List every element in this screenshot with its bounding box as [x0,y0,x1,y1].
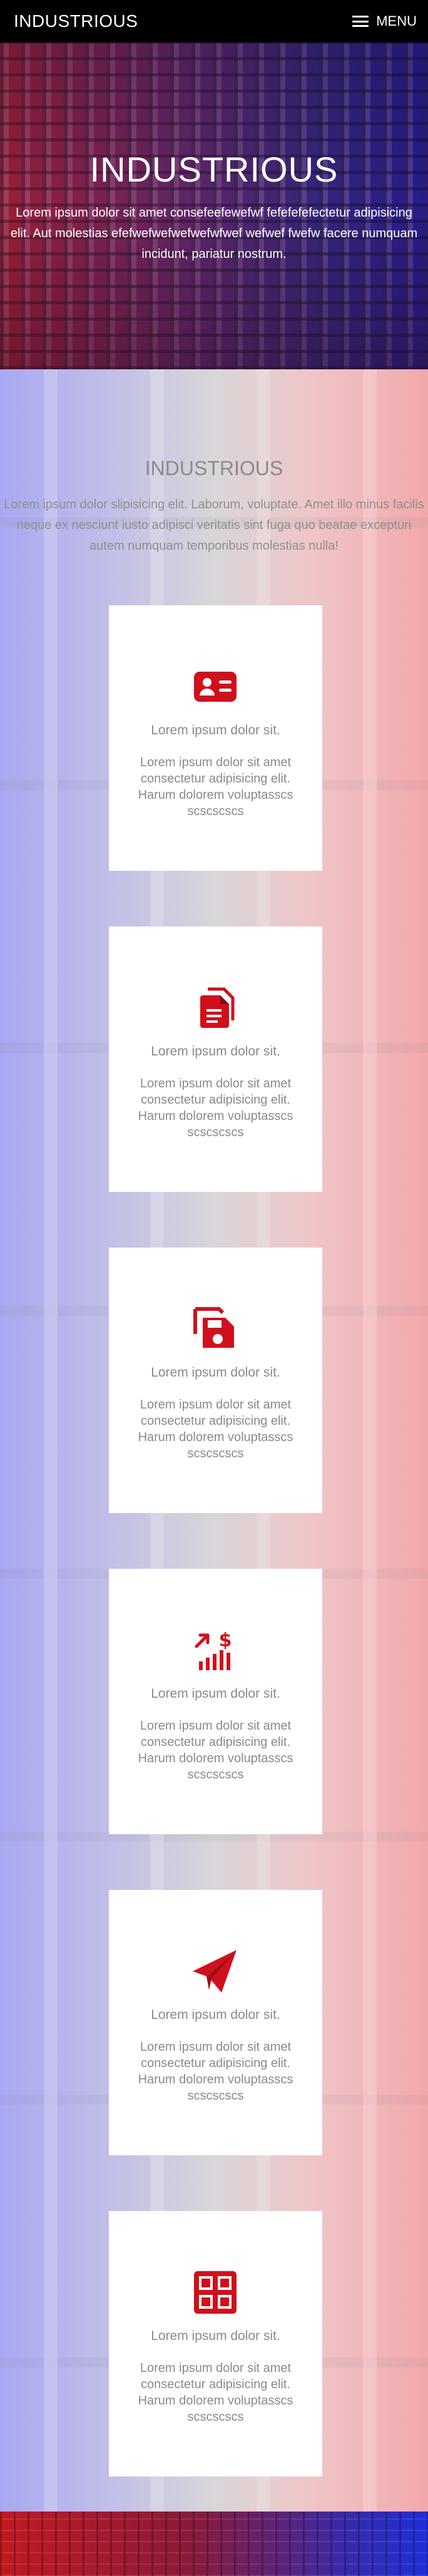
svg-text:$: $ [219,1629,232,1651]
footer-banner [0,2512,428,2576]
grid-box-icon [190,2267,240,2317]
card-text: Lorem ipsum dolor sit amet consectetur a… [138,2361,293,2424]
card-title: Lorem ipsum dolor sit. [151,2329,280,2343]
feature-card: $ Lorem ipsum dolor sit. Lorem ipsum dol… [109,1569,322,1834]
card-text: Lorem ipsum dolor sit amet consectetur a… [138,1398,293,1460]
feature-card: Lorem ipsum dolor sit. Lorem ipsum dolor… [109,2211,322,2476]
section-description: Lorem ipsum dolor slipisicing elit. Labo… [4,498,424,553]
card-title: Lorem ipsum dolor sit. [151,1365,280,1380]
feature-card: Lorem ipsum dolor sit. Lorem ipsum dolor… [109,1248,322,1513]
card-title: Lorem ipsum dolor sit. [151,1686,280,1701]
feature-card: Lorem ipsum dolor sit. Lorem ipsum dolor… [109,926,322,1192]
hero-title: INDUSTRIOUS [89,150,339,189]
feature-card: Lorem ipsum dolor sit. Lorem ipsum dolor… [109,1890,322,2155]
card-title: Lorem ipsum dolor sit. [151,1044,280,1059]
card-title: Lorem ipsum dolor sit. [151,723,280,737]
growth-chart-icon: $ [190,1625,240,1675]
hero-description: Lorem ipsum dolor sit amet consefeefewef… [10,206,418,261]
footer-background-image [0,2512,428,2576]
hamburger-icon [352,16,369,27]
documents-icon [190,983,240,1033]
menu-label: MENU [376,13,417,29]
card-text: Lorem ipsum dolor sit amet consectetur a… [138,2040,293,2103]
paper-plane-icon [190,1946,240,1996]
section-title: INDUSTRIOUS [145,457,283,480]
brand-logo-link[interactable]: INDUSTRIOUS [14,11,138,31]
card-text: Lorem ipsum dolor sit amet consectetur a… [138,1077,293,1139]
menu-button[interactable]: MENU [352,13,417,29]
hero-banner: INDUSTRIOUS Lorem ipsum dolor sit amet c… [0,43,428,369]
feature-card: Lorem ipsum dolor sit. Lorem ipsum dolor… [109,605,322,871]
card-title: Lorem ipsum dolor sit. [151,2008,280,2022]
card-text: Lorem ipsum dolor sit amet consectetur a… [138,756,293,818]
save-files-icon [190,1304,240,1354]
features-section: INDUSTRIOUS Lorem ipsum dolor slipisicin… [0,369,428,2512]
top-navbar: INDUSTRIOUS MENU [0,0,428,43]
id-card-icon [190,662,240,712]
card-text: Lorem ipsum dolor sit amet consectetur a… [138,1719,293,1782]
